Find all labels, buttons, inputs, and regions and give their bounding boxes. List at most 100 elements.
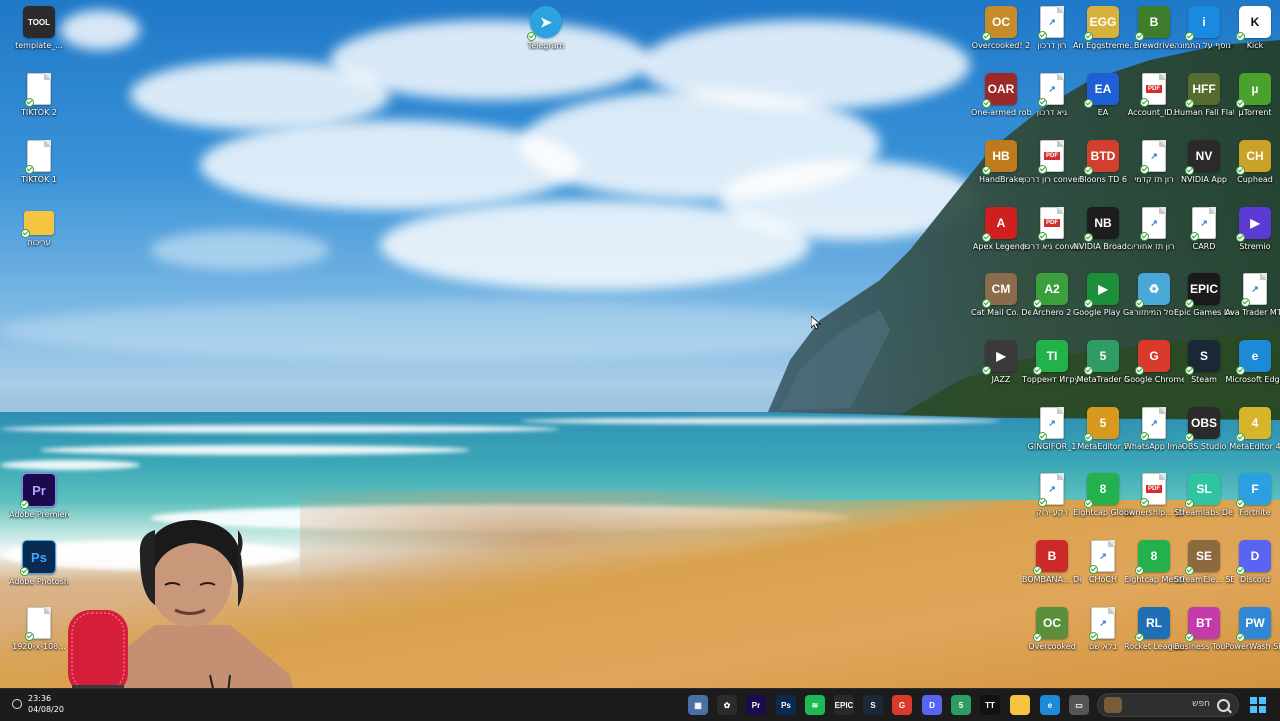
steam-icon[interactable]: S bbox=[863, 695, 883, 715]
desktop-icon-image-file[interactable]: 1920-x-108... bbox=[11, 607, 67, 652]
desktop-icon[interactable]: ↗ רקע ירוק bbox=[1024, 473, 1080, 518]
app-icon: F bbox=[1236, 473, 1271, 508]
telegram-icon: ➤ bbox=[527, 6, 562, 41]
image-file-icon bbox=[25, 607, 51, 641]
app-icon: OBS bbox=[1185, 407, 1220, 442]
desktop-icon[interactable]: D Discord bbox=[1227, 540, 1280, 585]
desktop-icon[interactable]: CH Cuphead bbox=[1227, 140, 1280, 185]
chrome-icon[interactable]: G bbox=[892, 695, 912, 715]
desktop-icon[interactable]: ↗ בלא שם bbox=[1075, 607, 1131, 652]
desktop-icon-premiere[interactable]: Pr Adobe Premiere P... bbox=[9, 473, 69, 520]
calculator-icon[interactable]: ▦ bbox=[688, 695, 708, 715]
desktop-icon-folder[interactable]: עריכות bbox=[11, 207, 67, 248]
desktop-icon[interactable]: PDFגיא דרכון converted... bbox=[1022, 207, 1082, 252]
desktop-icon[interactable]: ▶ JAZZ bbox=[973, 340, 1029, 385]
desktop-icon[interactable]: 5 MetaEditor 5 bbox=[1075, 407, 1131, 452]
desktop-icon[interactable]: TIТоррент Игруха bbox=[1022, 340, 1082, 385]
tiktok-icon[interactable]: TT bbox=[980, 695, 1000, 715]
desktop-icon[interactable]: SLStreamlabs Desktop bbox=[1174, 473, 1234, 518]
desktop-icon[interactable]: EPICEpic Games Launcher bbox=[1174, 273, 1234, 318]
photoshop-icon[interactable]: Ps bbox=[776, 695, 796, 715]
desktop-icon[interactable]: ↗Ava Trader MT4 Ter... bbox=[1225, 273, 1280, 318]
premiere-icon[interactable]: Pr bbox=[746, 695, 766, 715]
desktop-icon-label: Stremio bbox=[1239, 242, 1271, 251]
app-icon: SE bbox=[1185, 540, 1220, 575]
desktop-icon[interactable]: HFF Human Fall Flat bbox=[1174, 73, 1234, 118]
desktop-icon[interactable]: PDFרון דרכון converted... bbox=[1022, 140, 1082, 185]
window-icon[interactable]: ▭ bbox=[1069, 695, 1089, 715]
file-shortcut-icon: ↗ bbox=[1241, 273, 1267, 307]
desktop-icon[interactable]: OAROne-armed robber bbox=[971, 73, 1031, 118]
desktop-icon[interactable]: BTBusiness Tour - Online M... bbox=[1174, 607, 1234, 652]
desktop-icon[interactable]: OC Overcooked! 2 bbox=[972, 6, 1030, 51]
desktop-icon-photoshop[interactable]: Ps Adobe Photosh... bbox=[9, 540, 69, 587]
desktop-icon-label: TIKTOK 2 bbox=[21, 108, 57, 117]
desktop-icon[interactable]: ↗ רון דרכון bbox=[1024, 6, 1080, 51]
desktop-icon[interactable]: iמידע נוסף על התמונה bbox=[1174, 6, 1234, 51]
folder-icon[interactable] bbox=[1010, 695, 1030, 715]
desktop-icon[interactable]: K Kick bbox=[1227, 6, 1280, 51]
windows-start-icon[interactable] bbox=[1250, 697, 1266, 713]
desktop-icon[interactable]: SEStreamEle... SE.Live bbox=[1174, 540, 1234, 585]
metatrader-icon[interactable]: 5 bbox=[951, 695, 971, 715]
desktop-icon[interactable]: OBS OBS Studio bbox=[1176, 407, 1232, 452]
desktop-icon-label: MetaEditor 4 bbox=[1229, 442, 1280, 451]
desktop-icon[interactable]: PWPowerWash Simulator 2 bbox=[1225, 607, 1280, 652]
mouse-cursor-icon bbox=[811, 316, 821, 330]
app-icon: BTD bbox=[1084, 140, 1119, 175]
desktop-icon[interactable]: A2 Archero 2 bbox=[1024, 273, 1080, 318]
app-icon: B bbox=[1135, 6, 1170, 41]
desktop-icon-label: Kick bbox=[1246, 41, 1264, 50]
desktop-icon[interactable]: EA EA bbox=[1075, 73, 1131, 118]
desktop-icon[interactable]: NV NVIDIA App bbox=[1176, 140, 1232, 185]
desktop-icon[interactable]: OC Overcooked bbox=[1024, 607, 1080, 652]
app-icon: EPIC bbox=[1185, 273, 1220, 308]
gallery-icon[interactable]: ✿ bbox=[717, 695, 737, 715]
desktop-icon-tiktok-2[interactable]: TIKTOK 2 bbox=[11, 73, 67, 118]
search-box[interactable]: חפש bbox=[1097, 693, 1239, 717]
desktop-icon[interactable]: S Steam bbox=[1176, 340, 1232, 385]
desktop-icon[interactable]: e Microsoft Edge bbox=[1225, 340, 1280, 385]
desktop-icon-label: Microsoft Edge bbox=[1225, 375, 1280, 384]
desktop-icon-tiktok-1[interactable]: TIKTOK 1 bbox=[11, 140, 67, 185]
epic-icon[interactable]: EPIC bbox=[834, 695, 854, 715]
spotify-icon[interactable]: ≋ bbox=[805, 695, 825, 715]
taskbar: 23:36 04/08/20 ▦ ✿ Pr Ps ≋ EPIC S G D 5 TT e ▭ חפש bbox=[0, 688, 1280, 721]
desktop-icon[interactable]: µ µTorrent bbox=[1227, 73, 1280, 118]
settings-icon[interactable] bbox=[12, 699, 22, 709]
desktop-icon[interactable]: ▶ Stremio bbox=[1227, 207, 1280, 252]
tool-icon: TOOL bbox=[23, 6, 55, 38]
desktop-icon-telegram[interactable]: ➤ Telegram bbox=[518, 6, 574, 51]
file-shortcut-icon: ↗ bbox=[1038, 73, 1064, 107]
desktop-icon[interactable]: BBOMBANA... Demo bbox=[1022, 540, 1082, 585]
desktop-icon[interactable]: NBNVIDIA Broadcast bbox=[1073, 207, 1133, 252]
app-icon: B bbox=[1033, 540, 1068, 575]
desktop-icon[interactable]: HB HandBrake bbox=[973, 140, 1029, 185]
desktop-icon[interactable]: BTD Bloons TD 6 bbox=[1075, 140, 1131, 185]
desktop-icon-template[interactable]: TOOL template_... bbox=[11, 6, 67, 51]
desktop-icon[interactable]: 8Eightcap Global M... bbox=[1073, 473, 1133, 518]
desktop-icon[interactable]: ↗ גיא דרכון bbox=[1024, 73, 1080, 118]
desktop-icon[interactable]: A Apex Legends bbox=[973, 207, 1029, 252]
app-icon: S bbox=[1185, 340, 1220, 375]
app-icon: e bbox=[1236, 340, 1271, 375]
app-icon: 5 bbox=[1084, 340, 1119, 375]
discord-icon[interactable]: D bbox=[922, 695, 942, 715]
desktop-icon[interactable]: 5 MetaTrader 5 bbox=[1075, 340, 1131, 385]
app-icon: A2 bbox=[1033, 273, 1068, 308]
desktop-icon[interactable]: CMCat Mail Co. Demo bbox=[971, 273, 1031, 318]
desktop-icon[interactable]: ↗ GINGIFOR_1 bbox=[1024, 407, 1080, 452]
system-clock[interactable]: 23:36 04/08/20 bbox=[28, 693, 64, 715]
edge-icon[interactable]: e bbox=[1040, 695, 1060, 715]
app-icon: G bbox=[1135, 340, 1170, 375]
desktop-icon[interactable]: ↗ CARD bbox=[1176, 207, 1232, 252]
desktop-icon[interactable]: ▶Google Play Games bbox=[1073, 273, 1133, 318]
desktop-icon[interactable]: ↗ CHoCH bbox=[1075, 540, 1131, 585]
file-shortcut-icon: ↗ bbox=[1140, 207, 1166, 241]
search-highlight-icon bbox=[1104, 697, 1122, 713]
file-shortcut-icon: ↗ bbox=[1038, 6, 1064, 40]
desktop-icon[interactable]: F Fortnite bbox=[1227, 473, 1280, 518]
app-icon: EA bbox=[1084, 73, 1119, 108]
desktop-icon[interactable]: 4 MetaEditor 4 bbox=[1227, 407, 1280, 452]
desktop-icon[interactable]: EGG An Eggstreme... bbox=[1073, 6, 1133, 51]
